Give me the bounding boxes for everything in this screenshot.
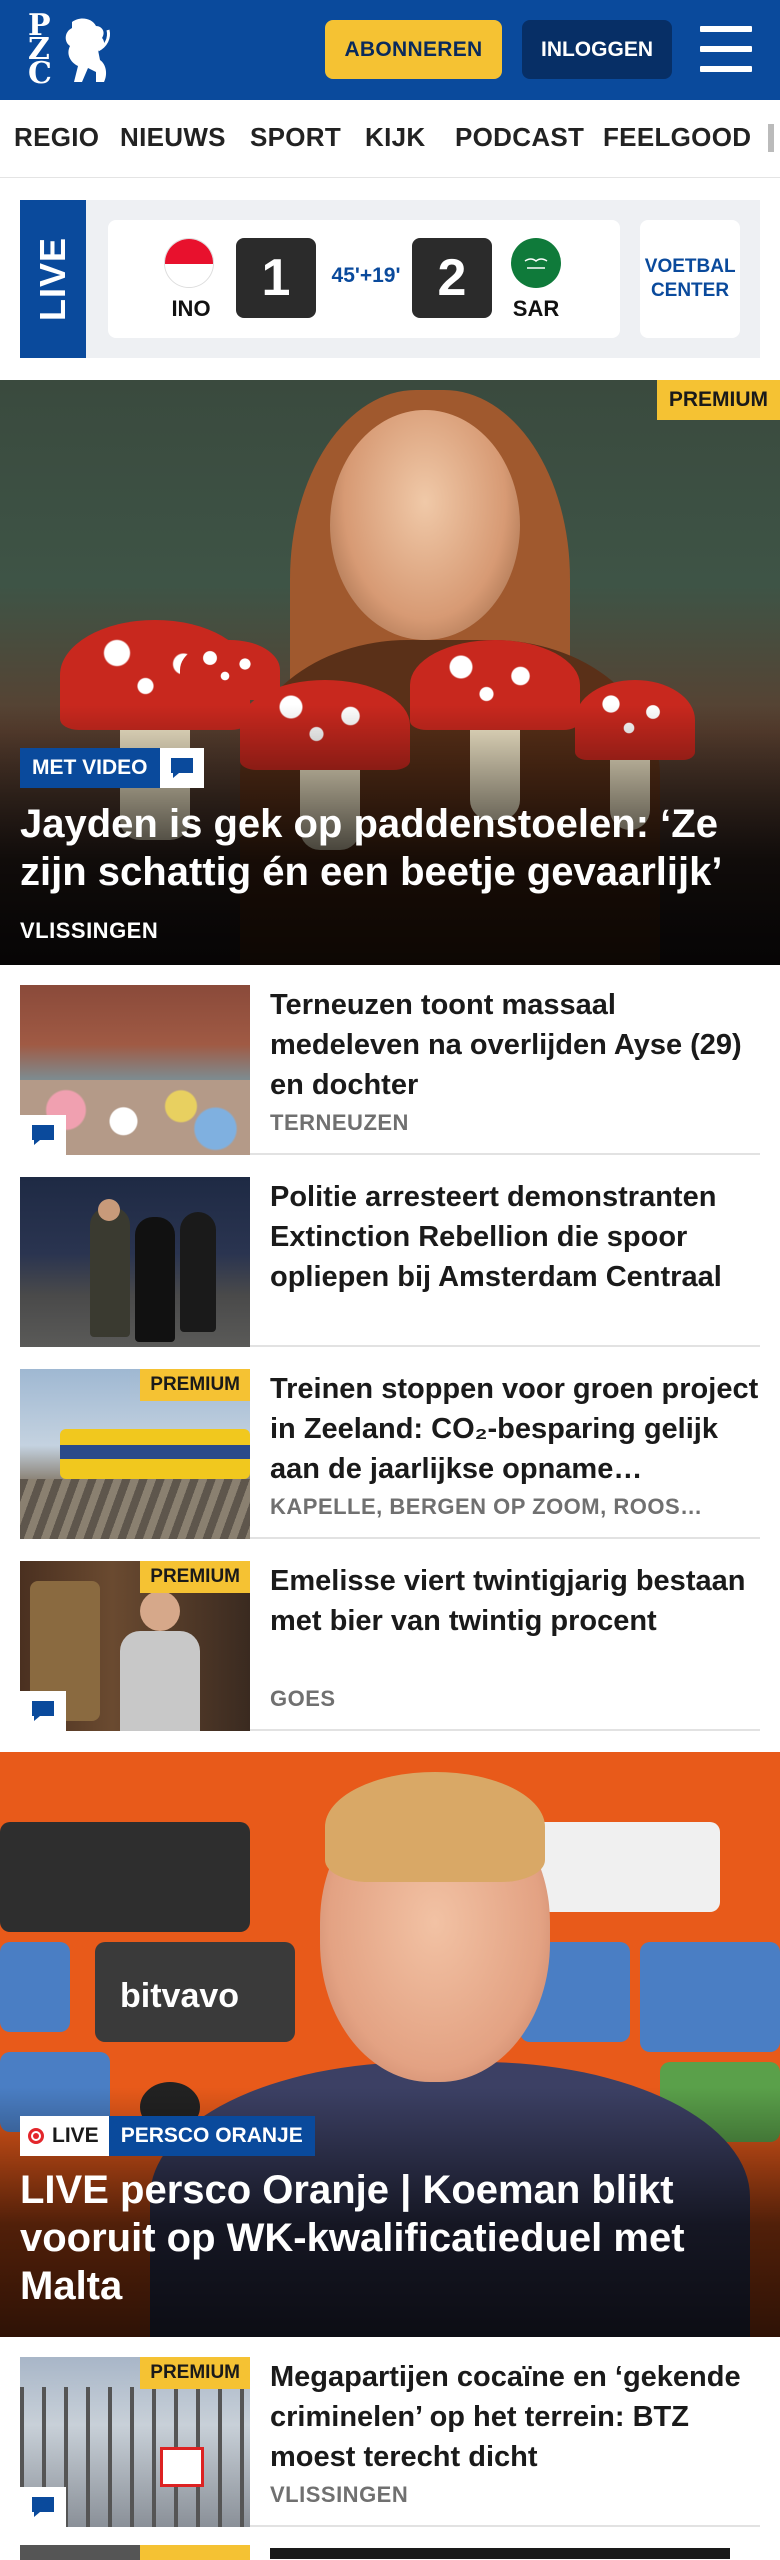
hero-location: VLISSINGEN xyxy=(20,918,159,943)
logo-letters: PZC xyxy=(28,8,52,91)
article-location: VLISSINGEN xyxy=(270,2482,409,2507)
lion-icon xyxy=(65,18,110,82)
voetbal-center-button[interactable]: VOETBAL CENTER xyxy=(640,220,740,338)
video-badge: MET VIDEO xyxy=(20,748,204,788)
premium-badge: PREMIUM xyxy=(140,1369,250,1401)
match-card[interactable]: INO 1 45'+19' 2 SAR xyxy=(108,220,620,338)
next-article-peek xyxy=(270,2548,740,2560)
live-dot-icon xyxy=(28,2128,44,2144)
nav-item-podcast[interactable]: PODCAST xyxy=(455,122,584,153)
site-header: PZC ABONNEREN INLOGGEN xyxy=(0,0,780,100)
saudi-flag-icon xyxy=(511,238,561,288)
login-button[interactable]: INLOGGEN xyxy=(522,20,672,79)
article-location: TERNEUZEN xyxy=(270,1110,409,1135)
comment-icon xyxy=(20,2487,66,2527)
article-item[interactable]: Politie arresteert demonstranten Extinct… xyxy=(20,1157,760,1347)
nav-item-sport[interactable]: SPORT xyxy=(250,122,341,153)
live-score-widget: LIVE INO 1 45'+19' 2 SAR VOETBAL CENTER xyxy=(20,200,760,358)
article-title[interactable]: Megapartijen cocaïne en ‘gekende crimine… xyxy=(270,2357,760,2477)
away-team: SAR xyxy=(512,296,560,321)
live-tag: LIVE xyxy=(20,200,86,358)
article-thumbnail: PREMIUM xyxy=(20,1369,250,1539)
article-item[interactable]: PREMIUM Megapartijen cocaïne en ‘gekende… xyxy=(20,2337,760,2527)
menu-icon[interactable] xyxy=(700,26,752,72)
hero-article-paddenstoelen[interactable]: PREMIUM MET VIDEO Jayden is gek op padde… xyxy=(0,380,780,965)
live-badge: LIVE PERSCO ORANJE xyxy=(20,2116,315,2156)
article-item[interactable]: Terneuzen toont massaal medeleven na ove… xyxy=(20,965,760,1155)
home-team: INO xyxy=(171,296,211,321)
article-thumbnail xyxy=(20,985,250,1155)
article-title[interactable]: Terneuzen toont massaal medeleven na ove… xyxy=(270,985,760,1105)
match-minute: 45'+19' xyxy=(331,264,401,287)
persco-tag: PERSCO ORANJE xyxy=(108,2116,315,2156)
article-thumbnail: PREMIUM xyxy=(20,1561,250,1731)
article-title[interactable]: Treinen stoppen voor groen project in Ze… xyxy=(270,1369,760,1489)
video-label: MET VIDEO xyxy=(20,748,160,788)
home-score: 1 xyxy=(236,238,316,318)
comment-icon xyxy=(159,748,204,788)
live-tag-label: LIVE xyxy=(32,236,73,322)
article-location: KAPELLE, BERGEN OP ZOOM, ROOS… xyxy=(270,1494,703,1519)
article-thumbnail: PREMIUM xyxy=(20,2357,250,2527)
nav-item-kijk[interactable]: KIJK xyxy=(365,122,425,153)
premium-badge: PREMIUM xyxy=(140,1561,250,1593)
section-nav: REGIO NIEUWS SPORT KIJK PODCAST FEELGOOD xyxy=(0,100,780,178)
nav-item-feelgood[interactable]: FEELGOOD xyxy=(603,122,751,153)
away-score: 2 xyxy=(412,238,492,318)
sponsor-board: bitvavo xyxy=(120,1977,240,2015)
comment-icon xyxy=(20,1691,66,1731)
article-location: GOES xyxy=(270,1686,336,1711)
nav-overflow-indicator xyxy=(768,124,774,152)
article-title[interactable]: Emelisse viert twintigjarig bestaan met … xyxy=(270,1561,760,1641)
premium-badge: PREMIUM xyxy=(656,380,780,420)
nav-item-nieuws[interactable]: NIEUWS xyxy=(120,122,226,153)
indonesia-flag-icon xyxy=(164,238,214,288)
subscribe-button[interactable]: ABONNEREN xyxy=(325,20,502,79)
article-thumbnail xyxy=(20,1177,250,1347)
pzc-logo[interactable]: PZC xyxy=(28,8,112,91)
article-title[interactable]: Politie arresteert demonstranten Extinct… xyxy=(270,1177,760,1297)
hero-title[interactable]: Jayden is gek op paddenstoelen: ‘Ze zijn… xyxy=(20,800,760,896)
article-item[interactable]: PREMIUM Treinen stoppen voor groen proje… xyxy=(20,1349,760,1539)
next-article-thumbnail xyxy=(20,2545,250,2560)
premium-badge: PREMIUM xyxy=(140,2357,250,2389)
hero-title[interactable]: LIVE persco Oranje | Koeman blikt voorui… xyxy=(20,2166,760,2310)
hero-article-koeman[interactable]: bitvavo LIVE PERSCO ORANJE LIVE persco O… xyxy=(0,1752,780,2337)
live-label: LIVE xyxy=(52,2124,99,2147)
nav-item-regio[interactable]: REGIO xyxy=(14,122,99,153)
article-item[interactable]: PREMIUM Emelisse viert twintigjarig best… xyxy=(20,1541,760,1731)
comment-icon xyxy=(20,1115,66,1155)
